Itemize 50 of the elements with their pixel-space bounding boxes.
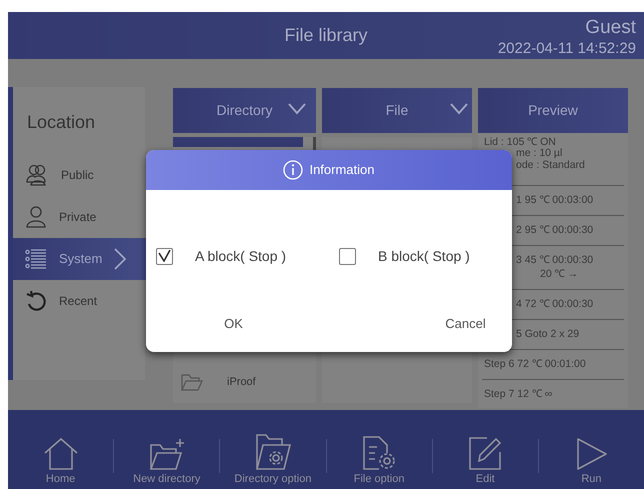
preview-line: 4 72 ℃ 00:00:30: [516, 298, 594, 310]
toolbar-button[interactable]: Run: [538, 436, 644, 487]
preview-line: ode : Standard: [516, 158, 585, 171]
preview-header: Preview: [478, 88, 628, 133]
preview-line: me : 10 µl: [516, 147, 562, 160]
directory-dropdown[interactable]: Directory: [173, 88, 316, 133]
group-icon: [25, 164, 49, 186]
list-icon: [25, 249, 47, 269]
undo-icon: [25, 290, 47, 312]
location-item[interactable]: Public: [13, 154, 145, 196]
toolbar-button[interactable]: Directory option: [220, 432, 326, 487]
toolbar-button[interactable]: Home: [8, 436, 114, 487]
folder-plus-icon: [148, 436, 186, 470]
toolbar-button[interactable]: File option: [326, 434, 432, 487]
user-name: Guest: [585, 16, 636, 40]
chevron-down-icon: [288, 103, 306, 115]
folder-icon: [181, 374, 203, 391]
toolbar-button[interactable]: Edit: [432, 434, 538, 487]
ok-button[interactable]: OK: [218, 314, 249, 334]
person-icon: [25, 206, 47, 228]
folder-gear-icon: [254, 432, 292, 470]
chevron-right-icon: [114, 248, 126, 270]
date-time: 2022-04-11 14:52:29: [498, 40, 636, 58]
checkbox[interactable]: [156, 248, 173, 264]
location-item[interactable]: Private: [13, 196, 145, 238]
preview-line: 2 95 ℃ 00:00:30: [516, 224, 594, 236]
file-dropdown[interactable]: File: [322, 88, 472, 133]
home-icon: [42, 436, 79, 470]
checkbox-label: A block( Stop ): [195, 246, 286, 266]
location-heading: Location: [26, 111, 96, 134]
checkbox-label: B block( Stop ): [378, 246, 470, 266]
edit-icon: [467, 434, 504, 470]
checkbox[interactable]: [339, 248, 356, 264]
location-item[interactable]: Recent: [13, 280, 145, 322]
preview-line: Lid : 105 ℃ ON: [484, 136, 556, 148]
dialog-title: Information: [309, 161, 375, 180]
preview-line: Step 6 72 ℃ 00:01:00: [484, 358, 586, 370]
cancel-button[interactable]: Cancel: [439, 314, 492, 334]
preview-line: 20 ℃ →: [540, 268, 578, 280]
directory-item[interactable]: iProof: [227, 374, 256, 391]
preview-line: 5 Goto 2 x 29: [516, 328, 580, 340]
document-gear-icon: [361, 434, 398, 470]
preview-line: 1 95 ℃ 00:03:00: [516, 194, 594, 206]
preview-line: 3 45 ℃ 00:00:30: [516, 254, 594, 266]
play-icon: [574, 436, 608, 470]
toolbar-button[interactable]: New directory: [114, 436, 220, 487]
chevron-down-icon: [450, 103, 468, 115]
preview-line: Step 7 12 ℃ ∞: [484, 388, 552, 400]
info-icon: [283, 160, 304, 180]
window-title: File library: [284, 24, 368, 47]
